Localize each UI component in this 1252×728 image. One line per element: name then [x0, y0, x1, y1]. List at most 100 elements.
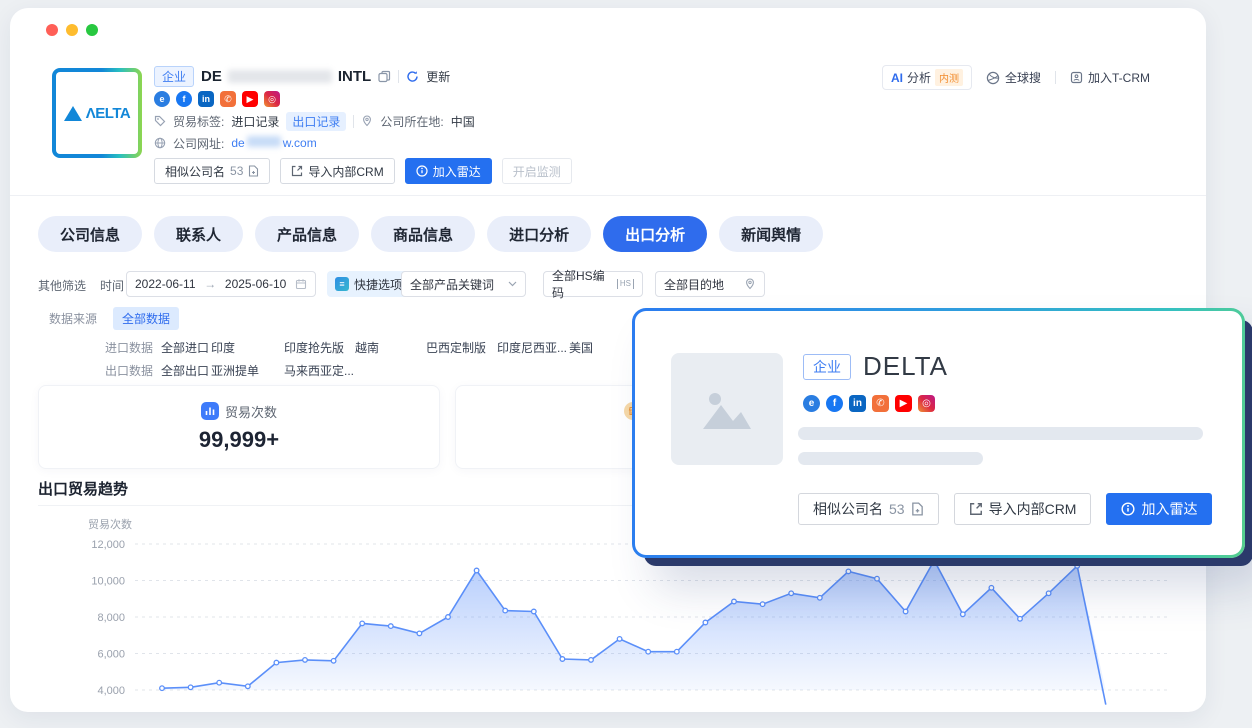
- popup-action-buttons: 相似公司名 53 导入内部CRM 加入雷达: [798, 493, 1212, 525]
- beta-badge: 内测: [935, 69, 963, 86]
- update-label[interactable]: 更新: [426, 68, 450, 85]
- import-record-tag[interactable]: 进口记录: [231, 113, 279, 130]
- add-radar-button[interactable]: 加入雷达: [1106, 493, 1212, 525]
- data-source-all[interactable]: 全部数据: [113, 307, 179, 330]
- header-divider: [10, 195, 1206, 196]
- picture-icon: [701, 387, 753, 431]
- ds-item[interactable]: 全部出口: [161, 362, 211, 379]
- website-row: 公司网址: dew.com: [154, 132, 475, 154]
- copy-icon[interactable]: [378, 70, 391, 83]
- refresh-icon[interactable]: [406, 70, 419, 83]
- phone-icon[interactable]: ✆: [220, 91, 236, 107]
- filter-bar: 其他筛选 时间 2022-06-11 → 2025-06-10 ≡ 快捷选项 全…: [10, 271, 1206, 297]
- info-circle-icon: [1121, 502, 1135, 516]
- facebook-icon[interactable]: f: [176, 91, 192, 107]
- ds-item[interactable]: 全部进口: [161, 339, 211, 356]
- add-radar-button[interactable]: 加入雷达: [405, 158, 492, 184]
- global-search-button[interactable]: 全球搜: [986, 69, 1041, 86]
- svg-text:12,000: 12,000: [91, 539, 125, 551]
- time-label: 时间: [100, 277, 124, 294]
- svg-text:6,000: 6,000: [97, 649, 125, 661]
- ds-item[interactable]: 亚洲提单: [211, 362, 284, 379]
- facebook-icon[interactable]: f: [826, 395, 843, 412]
- tab-product-info[interactable]: 产品信息: [255, 216, 359, 252]
- document-export-icon: [248, 165, 259, 177]
- location-label: 公司所在地:: [380, 113, 443, 130]
- import-icon: [291, 165, 303, 177]
- ds-item[interactable]: 马来西亚定...: [284, 362, 355, 379]
- export-data-row: 出口数据 全部出口 亚洲提单 马来西亚定...: [105, 362, 569, 379]
- tag-icon: [154, 115, 166, 127]
- ds-item[interactable]: 印度: [211, 339, 284, 356]
- divider: [398, 70, 399, 83]
- date-range-input[interactable]: 2022-06-11 → 2025-06-10: [126, 271, 316, 297]
- export-record-tag[interactable]: 出口记录: [286, 112, 346, 131]
- trade-label: 贸易标签:: [173, 113, 224, 130]
- popup-social-icons: e f in ✆ ▶ ◎: [803, 395, 935, 412]
- trade-count-label: 贸易次数: [225, 402, 277, 421]
- add-tcrm-button[interactable]: 加入T-CRM: [1070, 69, 1150, 86]
- image-placeholder: [671, 353, 783, 465]
- delta-logo-image: ΛELTA: [56, 72, 138, 154]
- data-source-header: 数据来源 全部数据: [49, 307, 179, 330]
- other-filter-label[interactable]: 其他筛选: [38, 277, 86, 294]
- youtube-icon[interactable]: ▶: [895, 395, 912, 412]
- bar-chart-icon: [201, 402, 219, 420]
- trade-tags-row: 贸易标签: 进口记录 出口记录 公司所在地: 中国: [154, 110, 475, 132]
- ds-item[interactable]: 巴西定制版: [426, 339, 497, 356]
- zoom-window-icon[interactable]: [86, 24, 98, 36]
- instagram-icon[interactable]: ◎: [918, 395, 935, 412]
- ds-item[interactable]: 印度抢先版: [284, 339, 355, 356]
- import-crm-button[interactable]: 导入内部CRM: [280, 158, 394, 184]
- trend-section-title: 出口贸易趋势: [38, 478, 128, 499]
- entity-tag: 企业: [803, 354, 851, 380]
- global-search-icon: [986, 71, 1000, 85]
- website-link[interactable]: dew.com: [231, 136, 316, 150]
- start-monitor-button[interactable]: 开启监测: [502, 158, 572, 184]
- website-browser-icon[interactable]: e: [154, 91, 170, 107]
- tab-news[interactable]: 新闻舆情: [719, 216, 823, 252]
- import-data-label: 进口数据: [105, 339, 161, 356]
- minimize-window-icon[interactable]: [66, 24, 78, 36]
- location-pin-icon: [361, 115, 373, 127]
- ai-analysis-button[interactable]: AI 分析 内测: [882, 65, 972, 90]
- linkedin-icon[interactable]: in: [849, 395, 866, 412]
- tab-company-info[interactable]: 公司信息: [38, 216, 142, 252]
- delta-triangle-icon: [64, 106, 82, 121]
- entity-tag: 企业: [154, 66, 194, 87]
- divider: [353, 115, 354, 128]
- linkedin-icon[interactable]: in: [198, 91, 214, 107]
- tab-contacts[interactable]: 联系人: [154, 216, 243, 252]
- ds-item[interactable]: 美国: [569, 339, 593, 356]
- divider: [1055, 71, 1056, 84]
- location-value: 中国: [451, 113, 475, 130]
- social-icons-row: e f in ✆ ▶ ◎: [154, 88, 475, 110]
- close-window-icon[interactable]: [46, 24, 58, 36]
- blurred-name-segment: [228, 70, 332, 83]
- tab-export-analysis[interactable]: 出口分析: [603, 216, 707, 252]
- quick-options-button[interactable]: ≡ 快捷选项: [327, 271, 410, 297]
- similar-company-button[interactable]: 相似公司名 53: [798, 493, 939, 525]
- company-header: 企业 DE INTL 更新 e f in ✆ ▶ ◎: [154, 64, 475, 154]
- youtube-icon[interactable]: ▶: [242, 91, 258, 107]
- ds-item[interactable]: 越南: [355, 339, 426, 356]
- hs-code-select[interactable]: 全部HS编码 HS: [543, 271, 643, 297]
- skeleton-bar: [798, 452, 983, 465]
- similar-company-button[interactable]: 相似公司名 53: [154, 158, 270, 184]
- import-crm-button[interactable]: 导入内部CRM: [954, 493, 1092, 525]
- product-keyword-select[interactable]: 全部产品关键词: [401, 271, 526, 297]
- company-name: DE INTL: [201, 68, 371, 85]
- tab-commodity-info[interactable]: 商品信息: [371, 216, 475, 252]
- tab-import-analysis[interactable]: 进口分析: [487, 216, 591, 252]
- instagram-icon[interactable]: ◎: [264, 91, 280, 107]
- website-browser-icon[interactable]: e: [803, 395, 820, 412]
- import-icon: [969, 502, 983, 516]
- info-circle-icon: [416, 165, 428, 177]
- phone-icon[interactable]: ✆: [872, 395, 889, 412]
- data-source-label: 数据来源: [49, 310, 97, 327]
- trade-count-card: 贸易次数 99,999+: [38, 385, 440, 469]
- website-label: 公司网址:: [173, 135, 224, 152]
- destination-select[interactable]: 全部目的地: [655, 271, 765, 297]
- ds-item[interactable]: 印度尼西亚...: [497, 339, 569, 356]
- page-background: ΛELTA 企业 DE INTL 更新 e f in ✆: [0, 0, 1252, 728]
